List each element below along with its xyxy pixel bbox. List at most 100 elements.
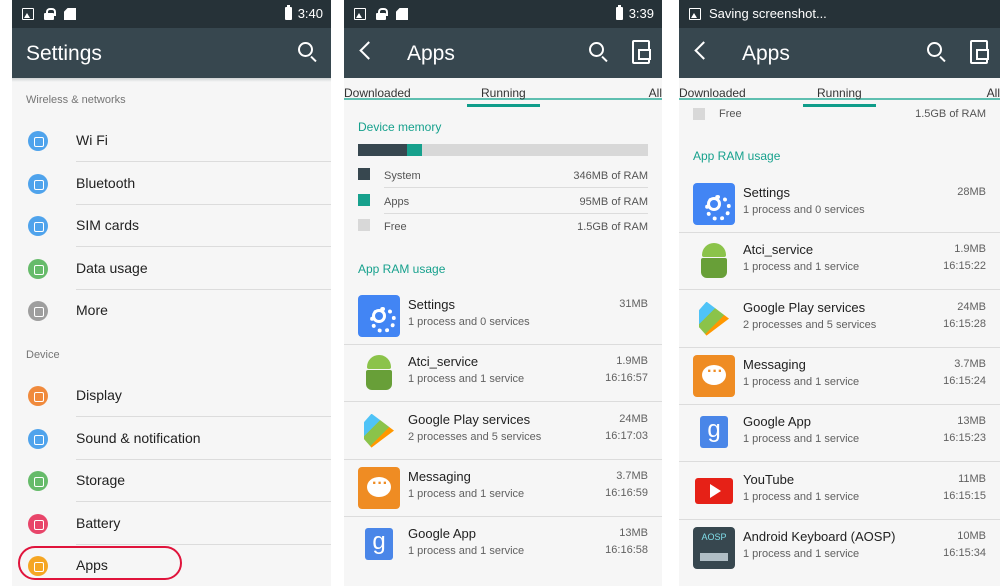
- settings-item-more[interactable]: More: [12, 290, 331, 332]
- device-settings-icon[interactable]: [970, 40, 989, 64]
- memory-legend-free: Free 1.5GB of RAM: [693, 100, 986, 126]
- app-run-time: 16:16:59: [605, 486, 648, 499]
- device-settings-icon[interactable]: [632, 40, 651, 64]
- app-row-settings[interactable]: Settings 1 process and 0 services 31MB: [344, 288, 662, 345]
- free-swatch: [693, 108, 705, 120]
- battery-status-icon: [284, 5, 292, 20]
- app-row-messaging[interactable]: Messaging 1 process and 1 service 3.7MB 16:…: [344, 460, 662, 517]
- settings-item-battery[interactable]: Battery: [12, 503, 331, 545]
- app-row-google-app[interactable]: Google App 1 process and 1 service 13MB 16:…: [679, 405, 1000, 463]
- app-process-info: 1 process and 0 services: [408, 316, 530, 328]
- app-process-info: 1 process and 1 service: [408, 545, 525, 558]
- tab-downloaded[interactable]: Downloaded: [344, 86, 411, 100]
- sd-card-icon: [64, 8, 76, 20]
- memory-legend-system: System 346MB of RAM: [358, 162, 648, 188]
- settings-item-data-usage[interactable]: Data usage: [12, 248, 331, 290]
- settings-item-label: SIM cards: [76, 217, 140, 233]
- app-run-time: 16:17:03: [605, 429, 648, 442]
- settings-item-sound-notification[interactable]: Sound & notification: [12, 418, 331, 460]
- app-process-info: 1 process and 1 service: [743, 261, 860, 274]
- app-process-info: 1 process and 1 service: [408, 373, 525, 386]
- free-value: 1.5GB of RAM: [915, 108, 986, 120]
- sound-icon: [28, 428, 48, 449]
- app-process-info: 1 process and 0 services: [743, 204, 865, 216]
- app-memory: 24MB: [619, 412, 648, 425]
- app-name: Android Keyboard (AOSP): [743, 528, 896, 544]
- tab-all[interactable]: All: [649, 86, 662, 100]
- settings-item-bluetooth[interactable]: Bluetooth: [12, 163, 331, 205]
- back-arrow-icon[interactable]: [694, 41, 713, 60]
- tab-running[interactable]: Running: [467, 86, 540, 107]
- page-title: Settings: [26, 42, 102, 65]
- legend-swatch: [358, 193, 370, 206]
- apps-highlight-circle: [18, 546, 182, 580]
- app-name: Google App: [408, 526, 476, 542]
- google-app-icon: [358, 524, 400, 566]
- search-icon[interactable]: [927, 42, 942, 57]
- app-process-info: 1 process and 1 service: [408, 487, 525, 500]
- app-run-time: 16:16:57: [605, 372, 648, 385]
- settings-item-label: Display: [76, 387, 122, 403]
- status-time: 3:39: [628, 6, 654, 21]
- bluetooth-icon: [28, 173, 48, 194]
- app-memory: 31MB: [619, 298, 648, 310]
- settings-item-storage[interactable]: Storage: [12, 460, 331, 502]
- section-header-wireless: Wireless & networks: [26, 94, 126, 106]
- back-arrow-icon[interactable]: [359, 41, 378, 60]
- legend-name: Free: [384, 221, 407, 233]
- google-app-icon: [693, 412, 735, 454]
- tab-downloaded[interactable]: Downloaded: [679, 86, 746, 100]
- legend-value: 346MB of RAM: [573, 170, 648, 182]
- messaging-app-icon: [358, 466, 400, 509]
- app-row-youtube[interactable]: YouTube 1 process and 1 service 11MB 16:15:…: [679, 463, 1000, 520]
- app-name: Atci_service: [408, 354, 479, 370]
- app-row-android-keyboard-aosp-[interactable]: Android Keyboard (AOSP) 1 process and 1 s…: [679, 520, 1000, 577]
- settings-item-wi-fi[interactable]: Wi Fi: [12, 120, 331, 162]
- app-row-google-app[interactable]: Google App 1 process and 1 service 13MB 16:…: [344, 517, 662, 574]
- legend-name: System: [384, 170, 421, 182]
- play-app-icon: [358, 410, 400, 452]
- app-row-atci-service[interactable]: Atci_service 1 process and 1 service 1.9MB…: [679, 233, 1000, 291]
- tab-all[interactable]: All: [987, 86, 1000, 100]
- search-icon[interactable]: [298, 42, 313, 57]
- device-memory-heading: Device memory: [358, 120, 442, 134]
- wifi-icon: [28, 131, 48, 151]
- settings-item-display[interactable]: Display: [12, 375, 331, 417]
- status-bar: Saving screenshot...: [679, 0, 1000, 28]
- tab-bar: Downloaded Running All: [344, 78, 662, 107]
- app-row-google-play-services[interactable]: Google Play services 2 processes and 5 se…: [344, 403, 662, 460]
- legend-value: 95MB of RAM: [579, 195, 648, 208]
- memory-bar: [358, 144, 648, 156]
- app-bar: Settings: [12, 28, 331, 78]
- app-name: YouTube: [743, 471, 795, 487]
- app-row-google-play-services[interactable]: Google Play services 2 processes and 5 se…: [679, 291, 1000, 348]
- app-memory: 24MB: [957, 300, 986, 313]
- app-ram-usage-heading: App RAM usage: [693, 149, 781, 163]
- app-name: Messaging: [743, 356, 806, 372]
- tab-running[interactable]: Running: [803, 86, 876, 107]
- app-run-time: 16:16:58: [605, 544, 648, 557]
- legend-swatch: [358, 219, 370, 231]
- image-notification-icon: [354, 8, 366, 20]
- page-title: Apps: [742, 42, 790, 65]
- keyboard-app-icon: [693, 526, 735, 569]
- app-name: Settings: [743, 185, 790, 200]
- app-row-settings[interactable]: Settings 1 process and 0 services 28MB: [679, 176, 1000, 233]
- battery-status-icon: [615, 5, 623, 20]
- settings-item-label: Wi Fi: [76, 132, 108, 148]
- search-icon[interactable]: [589, 42, 604, 57]
- lock-icon: [43, 8, 56, 20]
- app-row-messaging[interactable]: Messaging 1 process and 1 service 3.7MB 16:…: [679, 348, 1000, 405]
- app-run-time: 16:15:24: [943, 374, 986, 387]
- app-name: Google Play services: [743, 299, 866, 315]
- section-header-device: Device: [26, 349, 60, 361]
- app-row-atci-service[interactable]: Atci_service 1 process and 1 service 1.9MB…: [344, 345, 662, 403]
- legend-swatch: [358, 168, 370, 180]
- settings-item-sim-cards[interactable]: SIM cards: [12, 205, 331, 247]
- battery-icon: [28, 513, 48, 534]
- app-memory: 11MB: [958, 472, 986, 485]
- app-process-info: 1 process and 1 service: [743, 433, 860, 446]
- tab-bar: Downloaded Running All: [679, 78, 1000, 107]
- settings-item-label: Bluetooth: [76, 174, 136, 191]
- app-memory: 13MB: [957, 415, 986, 428]
